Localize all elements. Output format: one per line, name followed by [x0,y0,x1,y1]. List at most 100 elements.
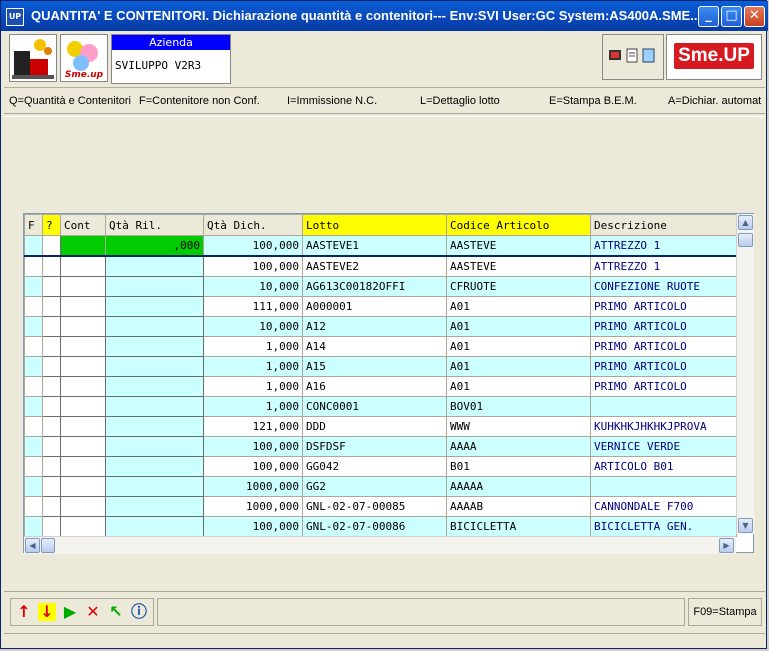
app-icon[interactable]: UP [6,8,24,26]
cell-flag-checkbox[interactable] [42,276,61,297]
fkey-q[interactable]: Q=Quantità e Contenitori [9,95,131,107]
close-button[interactable]: ✕ [744,6,765,27]
table-row[interactable]: 1,000 A16 A01 PRIMO ARTICOLO [24,376,737,397]
cell-qta-ril-input[interactable] [105,456,204,477]
cell-cont-input[interactable] [60,496,106,517]
cell-cont-input[interactable] [60,316,106,337]
delete-icon[interactable]: ✕ [84,603,102,621]
cell-qta-ril-input[interactable] [105,496,204,517]
vertical-scrollbar[interactable]: ▲ ▼ [736,214,754,534]
scroll-up-icon[interactable]: ▲ [738,215,753,230]
cell-qta-ril-input[interactable] [105,396,204,417]
monitor-icon[interactable] [609,50,621,60]
cell-flag-checkbox[interactable] [42,456,61,477]
minimize-button[interactable]: _ [698,6,719,27]
document-icon[interactable] [626,48,638,63]
fkey-i[interactable]: I=Immissione N.C. [287,95,377,107]
table-row[interactable]: 10,000 A12 A01 PRIMO ARTICOLO [24,316,737,337]
table-row[interactable]: 100,000 GG042 B01 ARTICOLO B01 [24,456,737,477]
table-row[interactable]: 100,000 AASTEVE2 AASTEVE ATTREZZO 1 [24,255,737,277]
cell-qta-ril-input[interactable] [105,316,204,337]
cell-cont-input[interactable] [60,436,106,457]
cell-qta-ril-input[interactable] [105,336,204,357]
col-header-qta-dich[interactable]: Qtà Dich. [203,214,303,236]
table-row[interactable]: 100,000 GNL-02-07-00086 BICICLETTA BICICLET… [24,516,737,537]
maximize-button[interactable]: □ [721,6,742,27]
cell-qta-ril-input[interactable] [105,516,204,537]
cell-cont-input[interactable] [60,255,106,277]
title-bar[interactable]: UP QUANTITA' E CONTENITORI. Dichiarazion… [1,1,768,31]
cell-qta-ril-input[interactable] [105,416,204,437]
cell-flag-checkbox[interactable] [42,436,61,457]
cell-qta-ril-input[interactable]: ,000 [105,235,204,257]
data-grid[interactable]: F ? Cont Qtà Ril. Qtà Dich. Lotto Codice… [23,213,754,553]
cell-flag-checkbox[interactable] [42,476,61,497]
cell-qta-ril-input[interactable] [105,376,204,397]
cell-cont-input[interactable] [60,356,106,377]
cell-qta-ril-input[interactable] [105,476,204,497]
fkey-l[interactable]: L=Dettaglio lotto [420,95,500,107]
table-row[interactable]: 1,000 CONC0001 BOV01 [24,396,737,417]
cell-cont-input[interactable] [60,336,106,357]
smeup-brand[interactable]: Sme.UP [666,34,762,80]
cell-cont-input[interactable] [60,416,106,437]
horizontal-scrollbar[interactable]: ◀ ▶ [24,536,736,554]
play-icon[interactable]: ▶ [61,603,79,621]
info-icon[interactable]: ⓘ [130,603,148,621]
table-row[interactable]: 121,000 DDD WWW KUHKHKJHKHKJPROVA [24,416,737,437]
arrow-up-icon[interactable]: ↑ [15,603,33,621]
cell-flag-checkbox[interactable] [42,255,61,277]
scroll-left-icon[interactable]: ◀ [25,538,40,553]
cell-qta-ril-input[interactable] [105,296,204,317]
col-header-qta-ril[interactable]: Qtà Ril. [105,214,204,236]
cell-flag-checkbox[interactable] [42,316,61,337]
cell-qta-ril-input[interactable] [105,255,204,277]
fkey-e[interactable]: E=Stampa B.E.M. [549,95,637,107]
cell-cont-input[interactable] [60,276,106,297]
scroll-down-icon[interactable]: ▼ [738,518,753,533]
col-header-question[interactable]: ? [42,214,61,236]
cell-flag-checkbox[interactable] [42,296,61,317]
book-icon[interactable] [642,48,655,63]
cell-flag-checkbox[interactable] [42,356,61,377]
cell-flag-checkbox[interactable] [42,336,61,357]
fkey-a[interactable]: A=Dichiar. automat [668,95,761,107]
table-row[interactable]: 111,000 A000001 A01 PRIMO ARTICOLO [24,296,737,317]
cell-flag-checkbox[interactable] [42,235,61,257]
col-header-codice-articolo[interactable]: Codice Articolo [446,214,591,236]
cell-cont-input[interactable] [60,456,106,477]
table-row[interactable]: 1,000 A15 A01 PRIMO ARTICOLO [24,356,737,377]
table-row[interactable]: 1,000 A14 A01 PRIMO ARTICOLO [24,336,737,357]
scroll-right-icon[interactable]: ▶ [719,538,734,553]
cell-cont-input[interactable] [60,516,106,537]
cell-flag-checkbox[interactable] [42,496,61,517]
cell-qta-ril-input[interactable] [105,276,204,297]
cell-qta-ril-input[interactable] [105,436,204,457]
table-row[interactable]: 1000,000 GNL-02-07-00085 AAAAB CANNONDALE F… [24,496,737,517]
cell-cont-input[interactable] [60,396,106,417]
hscroll-thumb[interactable] [41,538,55,553]
cell-cont-input[interactable] [60,296,106,317]
cell-flag-checkbox[interactable] [42,516,61,537]
table-row[interactable]: ,000 100,000 AASTEVE1 AASTEVE ATTREZZO 1 [24,235,737,257]
table-row[interactable]: 1000,000 GG2 AAAAA [24,476,737,497]
cell-cont-input[interactable] [60,235,106,257]
smeup-logo-icon[interactable]: Sme.up [60,34,108,82]
col-header-cont[interactable]: Cont [60,214,106,236]
col-header-f[interactable]: F [24,214,43,236]
scroll-thumb[interactable] [738,233,753,247]
cell-flag-checkbox[interactable] [42,416,61,437]
cell-cont-input[interactable] [60,376,106,397]
cell-qta-ril-input[interactable] [105,356,204,377]
fkey-f[interactable]: F=Contenitore non Conf. [139,95,260,107]
cell-flag-checkbox[interactable] [42,376,61,397]
f09-print-button[interactable]: F09=Stampa [688,598,762,626]
table-row[interactable]: 100,000 DSFDSF AAAA VERNICE VERDE [24,436,737,457]
app-logo-icon[interactable] [9,34,57,82]
cell-flag-checkbox[interactable] [42,396,61,417]
table-row[interactable]: 10,000 AG613C00182OFFI CFRUOTE CONFEZIONE R… [24,276,737,297]
refresh-icon[interactable]: ↖ [107,603,125,621]
arrow-down-icon[interactable]: ↓ [38,603,56,621]
col-header-descrizione[interactable]: Descrizione [590,214,737,236]
cell-cont-input[interactable] [60,476,106,497]
